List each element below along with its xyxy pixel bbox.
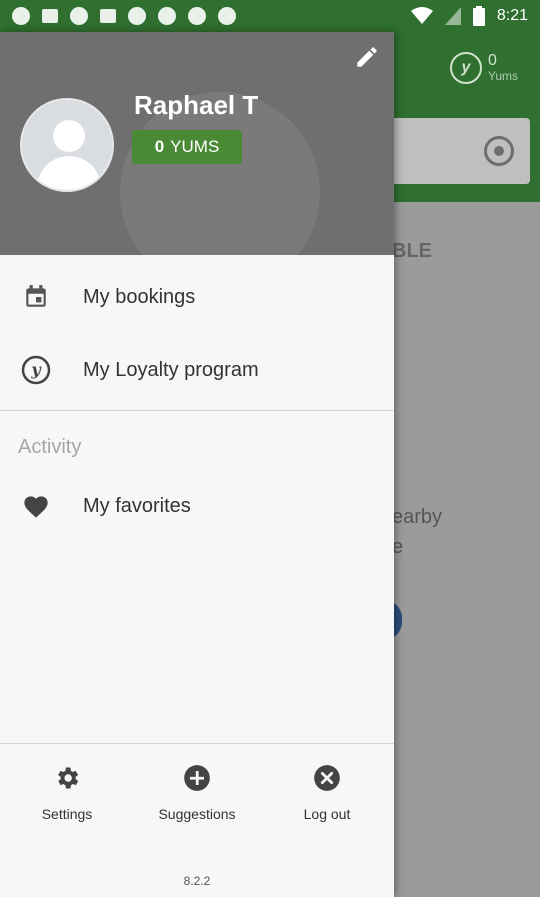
navigation-drawer: Raphael T 0 YUMS My bookings y My Loyalt… [0, 32, 394, 897]
cat-icon [70, 7, 88, 25]
battery-charging-icon [472, 6, 485, 26]
app-version: 8.2.2 [183, 874, 211, 888]
avatar[interactable] [20, 98, 114, 192]
heart-icon [20, 490, 52, 522]
yums-value: 0 [154, 137, 165, 156]
settings-button[interactable]: Settings [12, 762, 122, 822]
edit-profile-button[interactable] [350, 40, 384, 74]
logout-label: Log out [303, 806, 351, 822]
svg-text:y: y [30, 360, 42, 379]
menu-item-label: My favorites [83, 494, 191, 517]
pinterest-icon [128, 7, 146, 25]
no-signal-icon [444, 7, 461, 25]
menu-item-my-favorites[interactable]: My favorites [0, 484, 394, 528]
person-placeholder-icon [36, 120, 102, 190]
menu-item-my-bookings[interactable]: My bookings [0, 275, 394, 319]
background-text: BLE [392, 240, 432, 262]
user-name: Raphael T [134, 90, 259, 120]
yums-button[interactable]: 0 YUMS [132, 130, 242, 164]
pinterest-icon [218, 7, 236, 25]
menu-item-label: My bookings [83, 285, 196, 308]
loyalty-logo-icon: y [20, 354, 52, 386]
calendar-icon [20, 281, 52, 313]
divider [0, 410, 394, 411]
background-text: earby [392, 506, 443, 528]
pinterest-icon [188, 7, 206, 25]
status-bar: 8:21 [0, 0, 540, 32]
background-yums-label: Yums [487, 69, 518, 83]
notification-icon [42, 9, 58, 23]
wifi-icon [410, 7, 433, 24]
drawer-header: Raphael T 0 YUMS [0, 32, 394, 255]
background-yums-counter[interactable]: y 0 Yums [449, 52, 518, 84]
loyalty-logo-icon: y [449, 52, 482, 84]
esc-icon [100, 9, 116, 23]
settings-label: Settings [41, 806, 93, 822]
logout-button[interactable]: Log out [272, 762, 382, 822]
suggestions-label: Suggestions [158, 806, 236, 822]
background-yums-value: 0 [487, 52, 497, 69]
section-title-activity: Activity [18, 436, 82, 458]
pencil-icon [357, 47, 377, 67]
menu-item-label: My Loyalty program [83, 358, 259, 381]
menu-item-loyalty-program[interactable]: y My Loyalty program [0, 348, 394, 392]
gear-icon [51, 762, 83, 794]
locate-icon[interactable] [484, 136, 514, 166]
yums-label: YUMS [170, 137, 220, 156]
close-circle-icon [311, 762, 343, 794]
suggestions-button[interactable]: Suggestions [142, 762, 252, 822]
notification-icons [12, 7, 236, 25]
status-time: 8:21 [496, 7, 528, 24]
cat-icon [158, 7, 176, 25]
whatsapp-icon [12, 7, 30, 25]
plus-circle-icon [181, 762, 213, 794]
